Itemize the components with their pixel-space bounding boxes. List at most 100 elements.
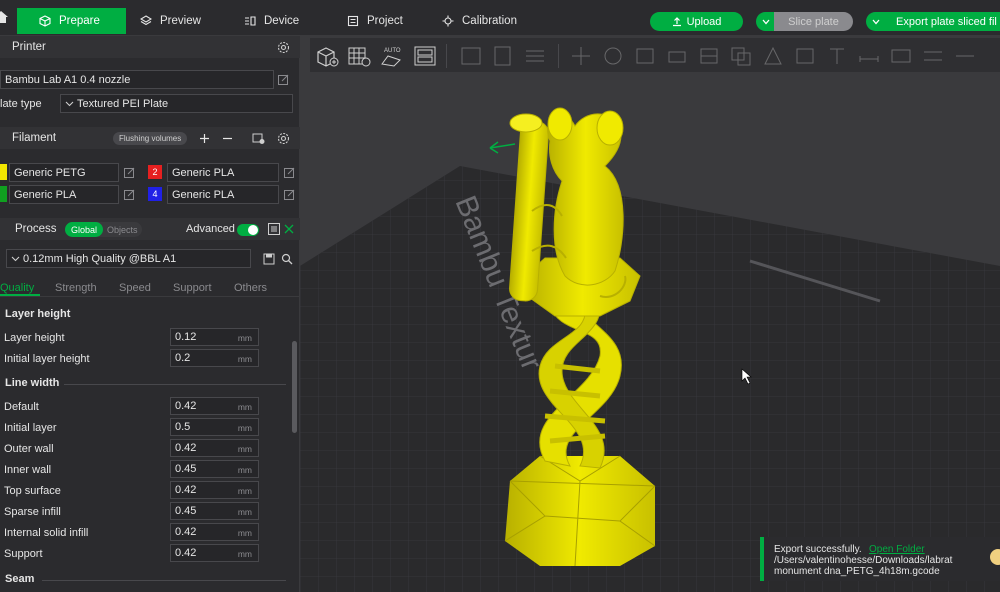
line-width-initial-layer-input[interactable]: 0.5 mm [170,418,259,436]
process-title: Process [15,223,57,235]
tab-device[interactable]: Device [244,8,299,34]
line-width-default-input[interactable]: 0.42 mm [170,397,259,415]
tab-speed[interactable]: Speed [119,282,151,294]
edit-filament-icon[interactable] [284,189,295,200]
filament-slot-badge[interactable]: 4 [148,187,162,201]
slice-dropdown-button[interactable] [756,12,776,31]
filament-color-swatch[interactable] [0,186,7,202]
unit-label: mm [237,465,252,475]
global-objects-toggle[interactable]: Global Objects [65,222,142,237]
line-width-internal-solid-infill-input[interactable]: 0.42 mm [170,523,259,541]
viewport-toolbar: AUTO [310,38,1000,72]
line-width-top-surface-input[interactable]: 0.42 mm [170,481,259,499]
toolbar-divider [446,44,447,68]
3d-scene[interactable]: Bambu Textur [300,36,1000,592]
filament-select-1[interactable]: Generic PETG [9,163,119,182]
filament-select-4[interactable]: Generic PLA [167,185,279,204]
rotate-icon[interactable] [600,44,626,68]
filament-select-3[interactable]: Generic PLA [9,185,119,204]
settings-scrollbar[interactable] [292,341,297,433]
line-width-support-input[interactable]: 0.42 mm [170,544,259,562]
edit-filament-icon[interactable] [284,167,295,178]
advanced-label: Advanced [186,223,235,235]
export-dropdown-button[interactable] [866,12,886,31]
tab-support[interactable]: Support [173,282,212,294]
auto-orient-icon[interactable]: AUTO [378,44,404,68]
more-tools-icon[interactable] [952,44,978,68]
filament-settings-gear-icon[interactable] [277,132,290,145]
line-width-sparse-infill-input[interactable]: 0.45 mm [170,502,259,520]
filament-slot-badge[interactable]: 2 [148,165,162,179]
cut-icon[interactable] [696,44,722,68]
upload-button[interactable]: Upload [650,12,743,31]
slice-plate-button[interactable]: Slice plate [774,12,853,31]
assembly-icon[interactable] [888,44,914,68]
process-preset-select[interactable]: 0.12mm High Quality @BBL A1 [6,249,251,268]
seam-paint-icon[interactable] [792,44,818,68]
tab-strength[interactable]: Strength [55,282,97,294]
row-label: Inner wall [4,464,52,476]
filament-select-2[interactable]: Generic PLA [167,163,279,182]
color-paint-icon[interactable] [920,44,946,68]
add-filament-icon[interactable] [199,133,210,144]
edit-printer-icon[interactable] [278,74,289,85]
model-rat-ear [547,107,573,141]
assistant-icon[interactable] [990,549,1000,565]
cube-icon [39,15,51,27]
save-preset-icon[interactable] [263,253,275,265]
printer-settings-gear-icon[interactable] [277,41,290,54]
initial-layer-height-input[interactable]: 0.2 mm [170,349,259,367]
row-label: Outer wall [4,443,54,455]
copy-icon[interactable] [458,44,484,68]
printer-name: Bambu Lab A1 0.4 nozzle [5,73,131,86]
remove-filament-icon[interactable] [222,133,233,144]
layers-icon [140,15,152,26]
compare-icon[interactable] [283,223,295,235]
flushing-volumes-button[interactable]: Flushing volumes [113,132,188,145]
layer-height-input[interactable]: 0.12 mm [170,328,259,346]
model-base[interactable] [505,456,655,566]
global-option[interactable]: Global [65,222,104,237]
move-icon[interactable] [568,44,594,68]
filament-color-swatch[interactable] [0,164,7,180]
open-folder-link[interactable]: Open Folder [869,544,925,555]
tab-preview[interactable]: Preview [140,8,201,34]
list-view-icon[interactable] [268,223,280,235]
lay-on-face-icon[interactable] [664,44,690,68]
tab-prepare[interactable]: Prepare [17,8,126,34]
add-plate-icon[interactable] [346,44,372,68]
scale-icon[interactable] [632,44,658,68]
home-icon[interactable] [0,10,8,24]
edit-filament-icon[interactable] [124,189,135,200]
add-object-icon[interactable] [314,44,340,68]
support-paint-icon[interactable] [760,44,786,68]
objects-option[interactable]: Objects [103,225,142,235]
advanced-switch[interactable] [237,224,259,236]
boolean-icon[interactable] [728,44,754,68]
search-icon[interactable] [281,253,293,265]
layers-view-icon[interactable] [522,44,548,68]
3d-viewport[interactable]: Bambu Textur AUTO [300,36,1000,592]
printer-select[interactable]: Bambu Lab A1 0.4 nozzle [0,70,274,89]
line-width-inner-wall-input[interactable]: 0.45 mm [170,460,259,478]
x-axis-gizmo-icon [489,141,516,154]
paste-icon[interactable] [490,44,516,68]
tab-project[interactable]: Project [347,8,403,34]
tab-others[interactable]: Others [234,282,267,294]
line-width-outer-wall-input[interactable]: 0.42 mm [170,439,259,457]
group-divider [64,384,286,385]
plate-type-select[interactable]: Textured PEI Plate [60,94,293,113]
unit-label: mm [237,354,252,364]
text-icon[interactable] [824,44,850,68]
arrange-icon[interactable] [412,44,438,68]
tab-calibration[interactable]: Calibration [442,8,517,34]
tab-quality[interactable]: Quality [0,282,34,294]
sync-filament-icon[interactable] [252,132,265,145]
plate-type-value: Textured PEI Plate [77,97,169,110]
edit-filament-icon[interactable] [124,167,135,178]
input-value: 0.42 [175,400,197,412]
filament-title: Filament [12,132,57,144]
input-value: 0.42 [175,526,197,538]
measure-icon[interactable] [856,44,882,68]
export-plate-button[interactable]: Export plate sliced fil [884,12,1000,31]
